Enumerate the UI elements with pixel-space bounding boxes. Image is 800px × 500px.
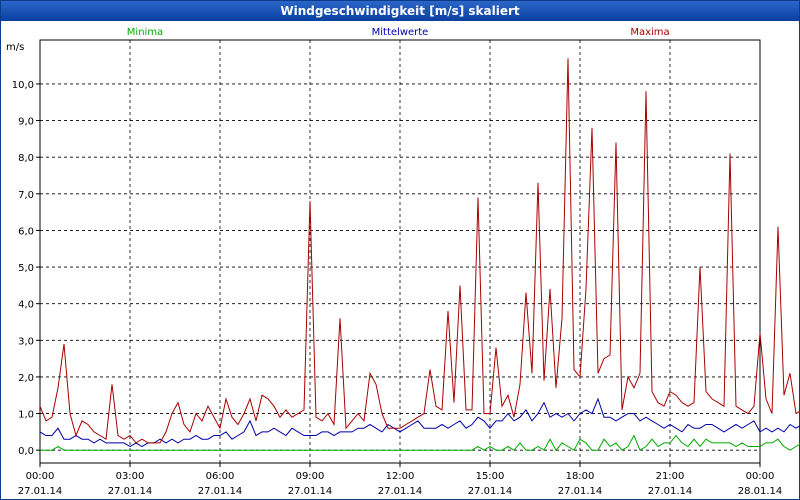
legend: Minima Mittelwerte Maxima <box>127 27 670 38</box>
x-tick-time: 00:00 <box>26 471 55 482</box>
legend-item-minima: Minima <box>127 27 163 38</box>
y-tick-label: 0,0 <box>18 446 34 457</box>
legend-item-mittelwerte: Mittelwerte <box>372 27 429 38</box>
x-tick-time: 12:00 <box>386 471 415 482</box>
x-tick-date: 27.01.14 <box>198 486 243 497</box>
x-tick-time: 15:00 <box>476 471 505 482</box>
x-tick-time: 00:00 <box>746 471 775 482</box>
y-axis: 0,0 1,0 2,0 3,0 4,0 5,0 6,0 7,0 8,0 9,0 10,0 <box>12 80 40 457</box>
y-tick-label: 4,0 <box>18 300 34 311</box>
x-tick-date: 27.01.14 <box>468 486 513 497</box>
y-tick-label: 6,0 <box>18 226 34 237</box>
x-axis: 00:00 27.01.14 03:00 27.01.14 06:00 27.01.14 0… <box>18 463 783 497</box>
x-tick-date: 27.01.14 <box>108 486 153 497</box>
x-tick-date: 27.01.14 <box>648 486 693 497</box>
x-tick-date: 27.01.14 <box>378 486 423 497</box>
x-tick-date: 27.01.14 <box>18 486 63 497</box>
chart-canvas: 0,0 1,0 2,0 3,0 4,0 5,0 6,0 7,0 8,0 9,0 10,0 00:00… <box>6 27 800 497</box>
x-tick-date: 27.01.14 <box>558 486 603 497</box>
legend-item-maxima: Maxima <box>630 27 669 38</box>
y-axis-label: m/s <box>6 42 24 53</box>
y-tick-label: 9,0 <box>18 117 34 128</box>
x-tick-time: 18:00 <box>566 471 595 482</box>
y-tick-label: 5,0 <box>18 263 34 274</box>
x-tick-time: 21:00 <box>656 471 685 482</box>
window-title: Windgeschwindigkeit [m/s] skaliert <box>1 1 799 21</box>
y-tick-label: 1,0 <box>18 410 34 421</box>
x-tick-time: 06:00 <box>206 471 235 482</box>
y-tick-label: 7,0 <box>18 190 34 201</box>
x-tick-date: 28.01.14 <box>738 486 783 497</box>
y-tick-label: 2,0 <box>18 373 34 384</box>
x-tick-time: 09:00 <box>296 471 325 482</box>
x-tick-time: 03:00 <box>116 471 145 482</box>
x-tick-date: 27.01.14 <box>288 486 333 497</box>
y-tick-label: 3,0 <box>18 336 34 347</box>
y-tick-label: 10,0 <box>12 80 34 91</box>
y-tick-label: 8,0 <box>18 153 34 164</box>
